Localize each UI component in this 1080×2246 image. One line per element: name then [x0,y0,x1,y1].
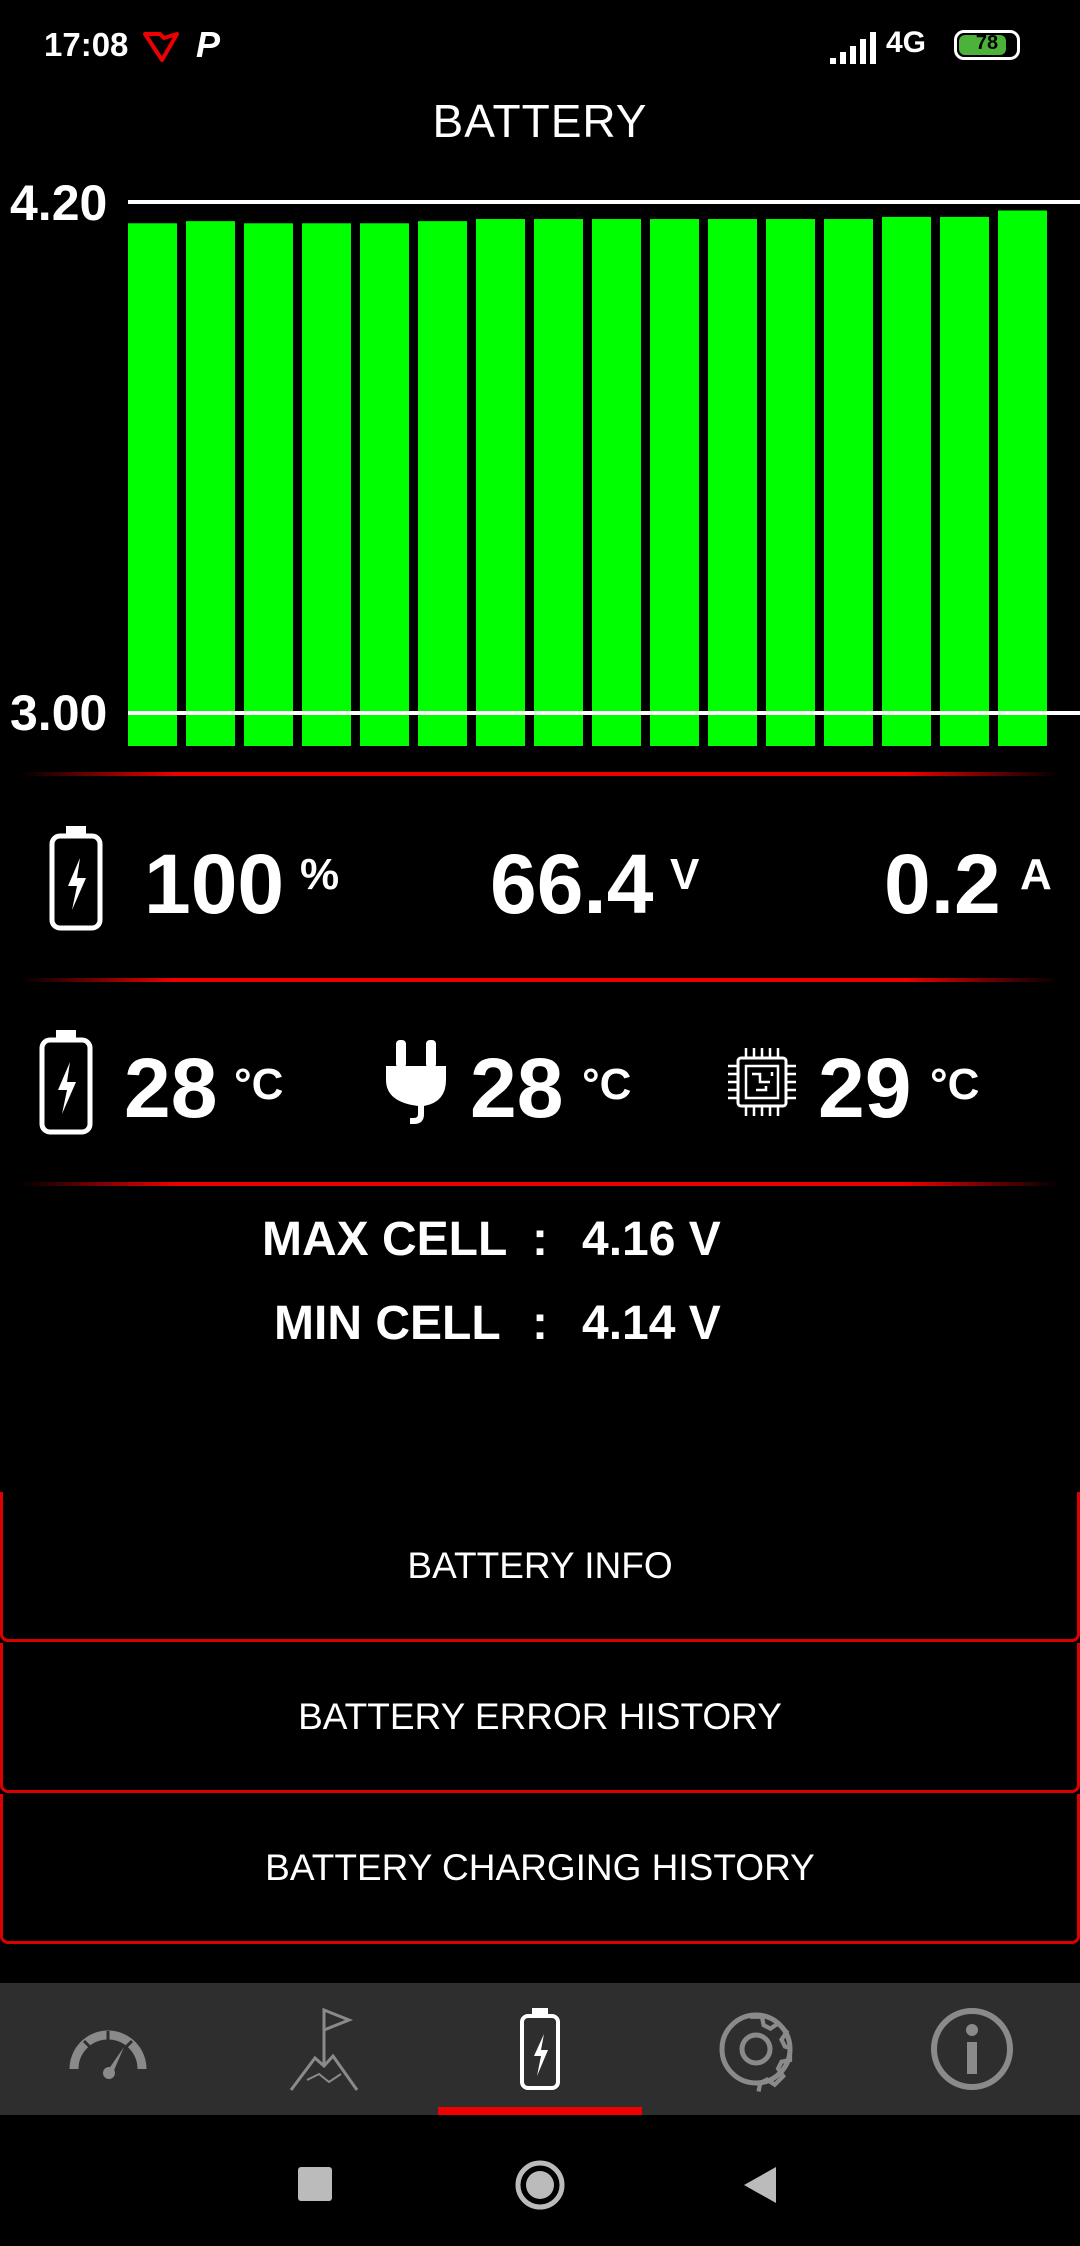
ytick-max: 4.20 [10,175,107,231]
cell-bar-15 [940,216,989,746]
charger-temp-value: 28 [470,1041,564,1135]
status-battery: 78 [954,30,1020,60]
cell-bar-5 [360,223,409,746]
back-icon[interactable] [742,2165,778,2205]
summit-flag-icon [289,2007,359,2091]
divider [20,978,1060,982]
status-time: 17:08 [44,26,129,63]
signal-icon [830,32,876,64]
soc-unit: % [300,850,340,899]
cell-bar-7 [476,219,525,746]
cell-bar-16 [998,210,1047,746]
max-cell-value: 4.16 V [582,1213,721,1266]
cell-bar-8 [534,219,583,746]
battery-charging-history-button[interactable]: BATTERY CHARGING HISTORY [0,1794,1080,1944]
battery-error-history-button[interactable]: BATTERY ERROR HISTORY [0,1643,1080,1793]
controller-temp-value: 29 [818,1041,912,1135]
cell-bar-6 [418,221,467,747]
cell-bar-4 [302,223,351,746]
cell-bar-11 [708,219,757,746]
battery-icon [520,2008,560,2090]
recent-apps-icon[interactable] [298,2167,332,2201]
battery-temp-icon [39,1030,93,1135]
nav-battery[interactable] [432,1983,648,2115]
cell-voltage-chart: 4.20 3.00 [10,175,1080,747]
nav-rides[interactable] [216,1983,432,2115]
network-type: 4G [886,26,927,59]
cell-bar-12 [766,219,815,746]
battery-info-label: BATTERY INFO [407,1544,673,1586]
battery-charge-icon [49,826,103,931]
speedometer-icon [69,2030,147,2079]
status-battery-level: 78 [975,32,999,54]
battery-charging-history-label: BATTERY CHARGING HISTORY [265,1846,815,1888]
min-cell-value: 4.14 V [582,1297,721,1350]
charger-temp-unit: °C [582,1060,632,1109]
nav-settings[interactable] [648,1983,864,2115]
system-nav-bar [0,2115,1080,2246]
cell-bar-10 [650,219,699,746]
home-icon[interactable] [514,2159,566,2211]
ytick-min: 3.00 [10,685,107,741]
voltage-value: 66.4 [490,837,654,931]
soc-value: 100 [144,837,285,931]
nav-active-indicator [438,2107,642,2115]
max-cell-separator: : [532,1213,548,1266]
chip-icon [728,1048,796,1116]
battery-temp-unit: °C [234,1060,284,1109]
page-title: BATTERY [432,95,648,147]
battery-temp-value: 28 [124,1041,218,1135]
max-cell-label: MAX CELL [262,1213,508,1266]
divider [20,772,1060,776]
divider [20,1182,1060,1186]
current-unit: A [1020,850,1052,899]
battery-error-history-label: BATTERY ERROR HISTORY [298,1695,782,1737]
cell-bar-13 [824,219,873,746]
voltage-unit: V [670,850,700,899]
plug-icon [386,1040,446,1124]
bottom-nav [0,1983,1080,2115]
cell-bar-2 [186,221,235,747]
nav-dashboard[interactable] [0,1983,216,2115]
controller-temp-unit: °C [930,1060,980,1109]
current-value: 0.2 [884,837,1001,931]
cell-bar-9 [592,219,641,746]
cell-bar-3 [244,223,293,746]
min-cell-label: MIN CELL [274,1297,501,1350]
cell-bar-1 [128,223,177,746]
status-app-letter: P [196,24,221,65]
nav-info[interactable] [864,1983,1080,2115]
cell-bar-14 [882,216,931,746]
battery-info-button[interactable]: BATTERY INFO [0,1492,1080,1642]
gear-icon [719,2012,793,2092]
min-cell-separator: : [532,1297,548,1350]
info-icon [931,2008,1013,2090]
brand-logo-icon [143,32,179,62]
